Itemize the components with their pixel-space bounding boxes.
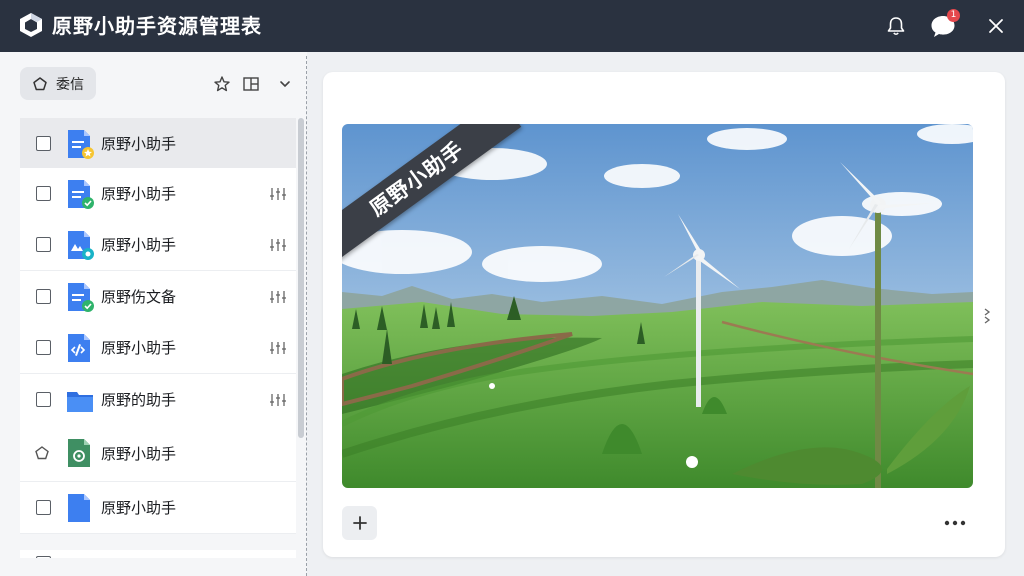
list-item[interactable]: 原野小助手 [20,425,296,482]
expand-button[interactable] [275,74,295,94]
doc-check-icon [66,281,94,313]
sliders-icon[interactable] [268,186,290,202]
folder-icon [66,384,94,416]
sliders-icon[interactable] [268,237,290,253]
bell-icon [887,17,905,36]
list-item-label: 原野小助手 [101,499,177,517]
pentagon-icon[interactable] [34,445,50,461]
filter-chip-label: 委信 [56,76,84,93]
sliders-icon[interactable] [268,392,290,408]
preview-image: 原野小助手 [342,124,973,488]
layout-icon [243,77,259,91]
resize-handle[interactable] [982,305,992,327]
doc-star-icon [66,128,94,160]
add-button[interactable] [342,506,377,540]
close-icon [989,19,1003,33]
plus-icon [352,516,367,530]
list-item-label: 原野小助手 [101,236,177,254]
star-icon [214,76,230,92]
app-logo-icon [20,13,42,37]
sliders-icon[interactable] [268,340,290,356]
list-item-label: 原野小助手 [101,135,177,153]
resource-list: 原野小助手 原野小助手 原野小助手 原野伤文备 原野小助手 原野的助手 原野小助手 原野小助手 [20,118,296,558]
row-checkbox[interactable] [36,556,51,558]
list-item-label: 原野小助手 [101,185,177,203]
panel-divider[interactable] [306,56,307,576]
doc-image-icon [66,229,94,261]
notification-badge: 1 [947,9,960,22]
list-item-label: 原野小助手 [101,444,177,463]
list-item-partial[interactable] [20,550,296,558]
row-checkbox[interactable] [36,392,51,407]
list-item[interactable]: 原野伤文备 [20,271,296,323]
list-item[interactable]: 原野小助手 [20,118,296,170]
list-scrollbar[interactable] [298,118,304,438]
more-options-button[interactable] [938,512,972,534]
chevron-down-icon [280,81,290,88]
app-title: 原野小助手资源管理表 [52,14,262,38]
row-checkbox[interactable] [36,289,51,304]
message-button[interactable]: 1 [928,9,960,40]
list-item[interactable]: 原野小助手 [20,168,296,220]
sliders-icon[interactable] [268,289,290,305]
pentagon-icon [33,76,47,90]
more-horizontal-icon [944,520,966,526]
green-doc-icon [66,437,94,469]
row-checkbox[interactable] [36,340,51,355]
row-checkbox[interactable] [36,186,51,201]
title-bar: 原野小助手资源管理表 1 [0,0,1024,52]
row-checkbox[interactable] [36,500,51,515]
row-checkbox[interactable] [36,136,51,151]
list-item[interactable]: 原野小助手 [20,219,296,271]
list-item[interactable]: 原野小助手 [20,322,296,374]
doc-check-icon [66,178,94,210]
list-item[interactable]: 原野小助手 [20,482,296,534]
filter-chip[interactable]: 委信 [20,67,96,100]
list-item-label: 原野小助手 [101,339,177,357]
blue-doc-icon [66,492,94,524]
bell-button[interactable] [882,12,910,40]
doc-code-icon [66,332,94,364]
row-checkbox[interactable] [36,237,51,252]
list-item[interactable]: 原野的助手 [20,374,296,426]
close-button[interactable] [982,12,1010,40]
list-item-label: 原野的助手 [101,391,177,409]
list-item-label: 原野伤文备 [101,288,177,306]
layout-button[interactable] [241,74,261,94]
favorite-button[interactable] [212,74,232,94]
drag-handle-icon [984,308,991,324]
